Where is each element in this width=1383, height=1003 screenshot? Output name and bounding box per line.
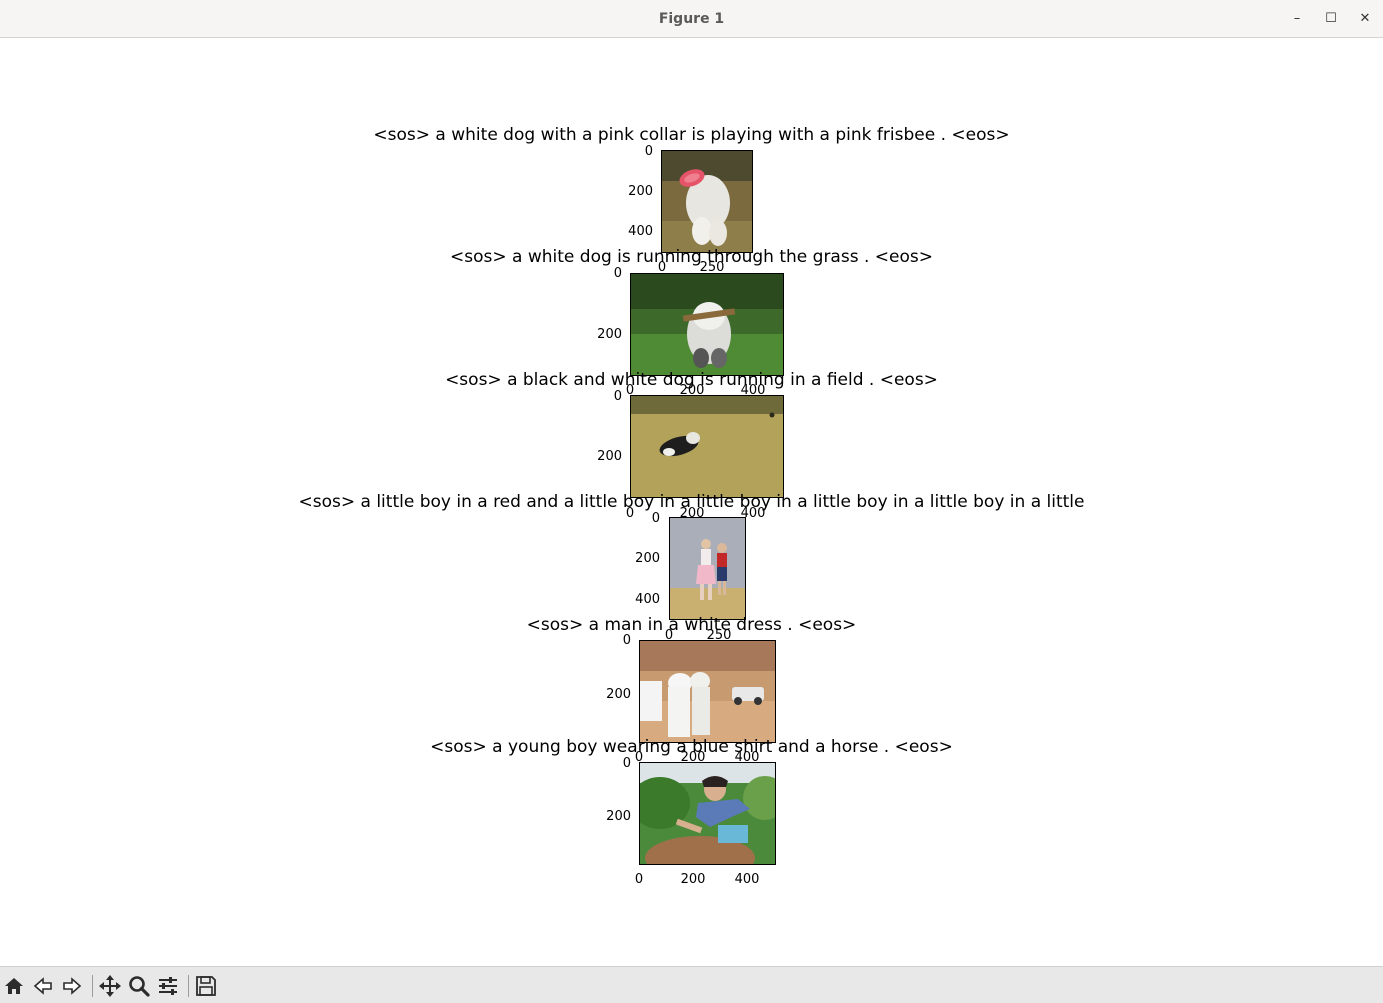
window-title: Figure 1: [658, 11, 725, 27]
panel-2-ytick-0: 0: [613, 266, 622, 281]
home-icon[interactable]: [1, 973, 27, 999]
panel-1-ytick-0: 0: [644, 144, 653, 159]
zoom-icon[interactable]: [126, 973, 152, 999]
panel-6-xtick-0: 0: [634, 872, 644, 887]
panel-1-image: [661, 150, 753, 253]
configure-subplots-icon[interactable]: [155, 973, 181, 999]
panel-6-ytick-1: 200: [606, 809, 631, 824]
toolbar-separator: [92, 975, 93, 997]
panel-2-ytick-1: 200: [597, 327, 622, 342]
panel-4-ytick-1: 200: [635, 551, 660, 566]
save-icon[interactable]: [193, 973, 219, 999]
panel-6-ytick-0: 0: [622, 756, 631, 771]
close-button[interactable]: ✕: [1355, 9, 1375, 29]
panel-6-xtick-2: 400: [734, 872, 760, 887]
panel-4-ytick-0: 0: [651, 511, 660, 526]
panel-5-caption: <sos> a man in a white dress . <eos>: [526, 615, 857, 635]
panel-5-ytick-1: 200: [606, 687, 631, 702]
panel-2-caption: <sos> a white dog is running through the…: [450, 247, 933, 267]
panel-3-caption: <sos> a black and white dog is running i…: [445, 370, 938, 390]
window-titlebar: Figure 1 – ☐ ✕: [0, 0, 1383, 38]
panel-6-caption: <sos> a young boy wearing a blue shirt a…: [430, 737, 953, 757]
panel-4-caption: <sos> a little boy in a red and a little…: [298, 492, 1085, 512]
maximize-button[interactable]: ☐: [1321, 9, 1341, 29]
panel-5-ytick-0: 0: [622, 633, 631, 648]
panel-3-ytick-1: 200: [597, 449, 622, 464]
panel-4-image: [669, 517, 746, 620]
toolbar-separator: [188, 975, 189, 997]
panel-1-ytick-1: 200: [628, 184, 653, 199]
panel-3-image: [630, 395, 784, 498]
panel-3-ytick-0: 0: [613, 389, 622, 404]
panel-1-ytick-2: 400: [628, 224, 653, 239]
panel-6-image: [639, 762, 776, 865]
panel-1-caption: <sos> a white dog with a pink collar is …: [373, 125, 1010, 145]
panel-2-image: [630, 273, 784, 376]
minimize-button[interactable]: –: [1287, 9, 1307, 29]
figure-canvas[interactable]: <sos> a white dog with a pink collar is …: [0, 39, 1383, 966]
back-icon[interactable]: [30, 973, 56, 999]
navigation-toolbar: [0, 966, 1383, 1003]
panel-6-xtick-1: 200: [680, 872, 706, 887]
panel-5-image: [639, 640, 776, 743]
panel-4-ytick-2: 400: [635, 592, 660, 607]
forward-icon[interactable]: [59, 973, 85, 999]
pan-icon[interactable]: [97, 973, 123, 999]
